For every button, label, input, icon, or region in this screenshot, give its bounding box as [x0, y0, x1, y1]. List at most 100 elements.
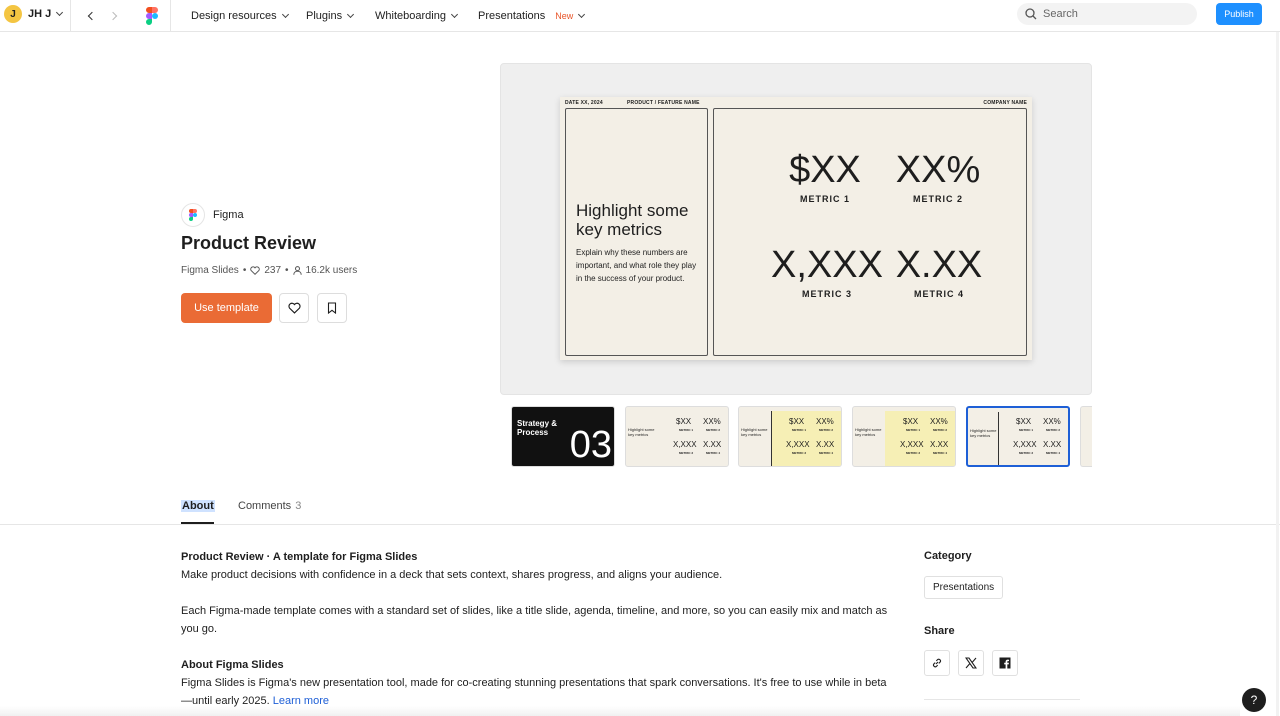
slide-heading: Highlight some key metrics [576, 201, 689, 239]
publish-button[interactable]: Publish [1216, 3, 1262, 25]
thumbnail-metric-label: METRIC 3 [1019, 451, 1034, 455]
thumbnail-4[interactable]: Highlight some key metrics $XX XX% METRI… [852, 406, 956, 467]
page-title: Product Review [181, 233, 317, 253]
separator: • [285, 265, 289, 276]
menu-label: Presentations [478, 10, 546, 22]
divider [170, 0, 171, 32]
thumbnail-metric: XX% [816, 417, 834, 426]
metric-value: XX% [895, 149, 981, 191]
thumbnail-text: Highlight some key metrics [741, 427, 768, 437]
thumbnail-metric: X,XXX [673, 440, 697, 449]
bookmark-button[interactable] [317, 293, 347, 323]
menu-label: Design resources [191, 10, 277, 22]
tab-about[interactable]: About [181, 500, 215, 512]
menu-design-resources[interactable]: Design resources [191, 0, 289, 32]
thumbnail-metric: $XX [1016, 417, 1032, 426]
metric-label: METRIC 4 [913, 289, 964, 299]
thumbnail-text: Highlight some key metrics [628, 427, 655, 437]
use-template-button[interactable]: Use template [181, 293, 272, 323]
product-name: Figma Slides [181, 265, 239, 276]
thumbnail-metric: $XX [903, 417, 919, 426]
tab-comments[interactable]: Comments 3 [238, 500, 301, 512]
forward-arrow-icon[interactable] [107, 9, 121, 23]
new-badge: New [555, 11, 574, 21]
bookmark-icon [327, 302, 337, 314]
creator[interactable]: Figma [181, 203, 244, 227]
thumbnail-metric-label: METRIC 3 [906, 451, 921, 455]
user-menu[interactable]: J JH J [4, 4, 64, 24]
share-heading: Share [924, 625, 955, 637]
search-icon [1025, 8, 1037, 20]
x-logo-icon [965, 657, 977, 669]
like-button[interactable] [279, 293, 309, 323]
search-box[interactable] [1017, 3, 1197, 25]
thumbnail-metric: XX% [703, 417, 721, 426]
scrollbar[interactable] [1276, 32, 1279, 716]
thumbnail-5-selected[interactable]: Highlight some key metrics $XX XX% METRI… [966, 406, 1070, 467]
thumbnail-text: Highlight some key metrics [970, 428, 997, 438]
metric-label: METRIC 1 [799, 194, 850, 204]
thumbnail-metric-label: METRIC 1 [792, 428, 807, 432]
comment-count: 3 [295, 500, 302, 512]
chevron-down-icon [56, 8, 64, 17]
category-chip[interactable]: Presentations [924, 576, 1004, 599]
share-facebook-button[interactable] [992, 650, 1018, 676]
thumbnail-metric: X,XXX [900, 440, 924, 449]
chevron-down-icon [450, 10, 458, 19]
thumbnail-metric-label: METRIC 2 [1046, 428, 1061, 432]
thumbnail-divider [998, 412, 999, 465]
thumbnail-title: Strategy & Process [517, 419, 558, 437]
heart-icon [250, 266, 261, 275]
thumbnail-metric-label: METRIC 4 [1046, 451, 1061, 455]
menu-plugins[interactable]: Plugins [306, 0, 355, 32]
thumbnail-3[interactable]: Highlight some key metrics $XX XX% METRI… [738, 406, 842, 467]
like-count: 237 [264, 265, 282, 276]
bottom-fade [0, 706, 1240, 716]
avatar: J [4, 5, 22, 23]
share-x-button[interactable] [958, 650, 984, 676]
thumbnail-number: 03 [569, 424, 612, 466]
top-bar: J JH J Design resources Plugins Whiteboa… [0, 0, 1280, 32]
slide-canvas: DATE XX, 2024 PRODUCT / FEATURE NAME COM… [560, 97, 1032, 360]
thumbnail-2[interactable]: Highlight some key metrics $XX XX% METRI… [625, 406, 729, 467]
thumbnail-metric-label: METRIC 4 [819, 451, 834, 455]
thumbnail-metric-label: METRIC 4 [706, 451, 721, 455]
thumbnail-background: Strategy & Process 03 [512, 407, 614, 466]
sidebar-divider [924, 699, 1080, 700]
metric-label: METRIC 3 [801, 289, 852, 299]
metric-value: $XX [789, 149, 861, 191]
chevron-down-icon [578, 10, 586, 19]
thumbnail-1[interactable]: Strategy & Process 03 [511, 406, 615, 467]
menu-whiteboarding[interactable]: Whiteboarding [375, 0, 458, 32]
template-meta: Figma Slides • 237 • 16.2k users [181, 265, 357, 276]
thumbnail-metric: X.XX [1043, 440, 1062, 449]
slide-product-name: PRODUCT / FEATURE NAME [627, 100, 700, 106]
metric-label: METRIC 2 [912, 194, 963, 204]
figma-logo-icon[interactable] [146, 7, 158, 25]
thumbnail-metric: $XX [789, 417, 805, 426]
thumbnail-metric-label: METRIC 3 [679, 451, 694, 455]
thumbnail-metric: XX% [1043, 417, 1061, 426]
tab-comments-label: Comments [238, 500, 292, 512]
copy-link-button[interactable] [924, 650, 950, 676]
thumbnail-6-partial[interactable] [1080, 406, 1092, 467]
slide-right-panel: $XX METRIC 1 XX% METRIC 2 X,XXX METRIC 3… [713, 108, 1027, 356]
slide-date: DATE XX, 2024 [565, 100, 603, 106]
about-paragraph: Each Figma-made template comes with a st… [181, 605, 888, 635]
chevron-down-icon [281, 10, 289, 19]
heart-icon [287, 302, 301, 314]
menu-presentations[interactable]: Presentations New [478, 0, 586, 32]
search-input[interactable] [1043, 8, 1183, 20]
thumbnail-metric-label: METRIC 1 [679, 428, 694, 432]
about-figma-slides-heading: About Figma Slides [181, 659, 284, 671]
about-heading: Product Review · A template for Figma Sl… [181, 551, 418, 563]
help-button[interactable]: ? [1242, 688, 1266, 712]
facebook-icon [999, 657, 1011, 669]
metric-value: X,XXX [771, 244, 883, 286]
back-arrow-icon[interactable] [83, 9, 97, 23]
thumbnail-metric: X.XX [816, 440, 835, 449]
thumbnail-metric: X,XXX [1013, 440, 1037, 449]
about-figma-slides-paragraph: Figma Slides is Figma's new presentation… [181, 674, 891, 710]
thumbnail-metric: X.XX [930, 440, 949, 449]
thumbnail-metric-label: METRIC 2 [933, 428, 948, 432]
